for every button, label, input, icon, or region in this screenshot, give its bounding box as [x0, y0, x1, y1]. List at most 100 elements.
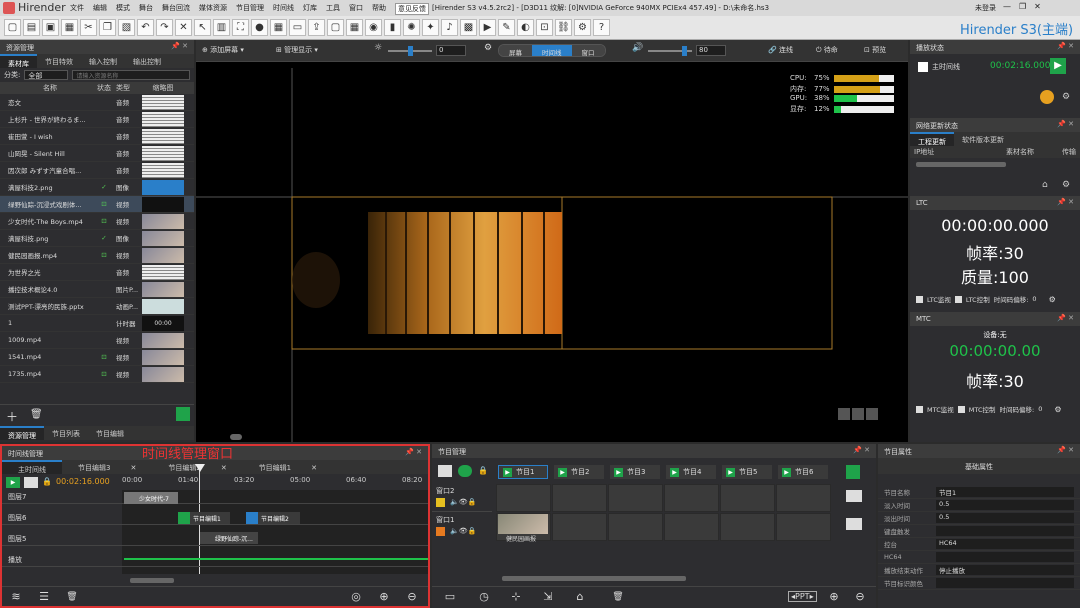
window-2-stop[interactable]	[846, 490, 862, 502]
close-icon[interactable]: ✕	[122, 461, 144, 475]
program-refresh-icon[interactable]	[458, 465, 472, 477]
timeline-scrollbar[interactable]	[130, 578, 174, 583]
col-name[interactable]: 名称	[0, 83, 92, 93]
ltc-monitor-checkbox[interactable]	[916, 295, 923, 303]
mtc-offset-value[interactable]: 0	[1038, 405, 1042, 413]
cut-icon[interactable]: ✂	[80, 19, 97, 36]
audio-icon[interactable]: 🔈👁🔒	[450, 527, 476, 535]
capture-icon[interactable]: ⊡	[536, 19, 553, 36]
col-type[interactable]: 类型	[116, 83, 142, 93]
left-bottom-tab[interactable]: 资源管理	[0, 426, 44, 440]
paste-icon[interactable]: ▧	[118, 19, 135, 36]
window-2-color[interactable]	[436, 498, 445, 507]
view-mode-option[interactable]: 屏幕	[499, 45, 532, 56]
col-transfer[interactable]: 传输	[1062, 147, 1076, 157]
script-icon[interactable]: ✎	[498, 19, 515, 36]
program-cell[interactable]	[776, 513, 831, 541]
lock-icon[interactable]: 🔒	[42, 477, 52, 486]
program-cell[interactable]	[608, 484, 663, 512]
resource-row[interactable]: 少女时代-The Boys.mp4 ⊡ 视频	[0, 213, 194, 230]
close-icon[interactable]: ✕	[213, 461, 235, 475]
program-tab[interactable]: ▶ 节目2	[554, 465, 604, 479]
volume-slider[interactable]	[648, 46, 692, 56]
pin-icon[interactable]: 📌 ✕	[405, 448, 422, 456]
resource-row[interactable]: 崔田萱 - I wish 音频	[0, 128, 194, 145]
save-icon[interactable]: ▣	[42, 19, 59, 36]
col-status[interactable]: 状态	[92, 83, 116, 93]
col-material[interactable]: 素材名称	[1006, 147, 1062, 157]
prop-value[interactable]	[936, 526, 1074, 536]
pin-icon[interactable]: 📌 ✕	[1057, 314, 1074, 322]
manage-display-button[interactable]: ⊞ 管理显示 ▾	[276, 45, 318, 55]
program-cell[interactable]	[664, 513, 719, 541]
prop-value[interactable]: 停止播放	[936, 565, 1074, 575]
prop-value[interactable]: 0.5	[936, 500, 1074, 510]
program-cell[interactable]	[664, 484, 719, 512]
resource-row[interactable]: 恋文 音频	[0, 94, 194, 111]
ppt-button[interactable]: ◂PPT▸	[788, 591, 817, 602]
play-icon[interactable]: ▶	[670, 467, 679, 477]
view-mode-option[interactable]: 时间线	[532, 45, 572, 56]
slider-knob[interactable]	[682, 46, 687, 56]
program-cell[interactable]	[720, 484, 775, 512]
output-icon[interactable]: ⇪	[308, 19, 325, 36]
maximize-icon[interactable]: ❐	[1019, 2, 1026, 11]
prop-value[interactable]	[936, 578, 1074, 588]
window-icon[interactable]: ▢	[327, 19, 344, 36]
resource-row[interactable]: 1009.mp4 视频	[0, 332, 194, 349]
menu-item[interactable]: 灯库	[303, 3, 317, 15]
resource-tab[interactable]: 素材库	[0, 54, 37, 68]
select-icon[interactable]: ↖	[194, 19, 211, 36]
net-tab[interactable]: 工程更新	[910, 132, 954, 146]
pin-icon[interactable]: 📌 ✕	[1057, 446, 1074, 454]
screen-icon[interactable]: ▭	[289, 19, 306, 36]
play-icon[interactable]: ▶	[782, 467, 791, 477]
program-cell[interactable]	[496, 484, 551, 512]
media-library-icon[interactable]	[176, 407, 190, 421]
program-cell[interactable]	[608, 513, 663, 541]
standby-button[interactable]: ⏻ 待命	[816, 45, 838, 55]
light-icon[interactable]: ✺	[403, 19, 420, 36]
resource-row[interactable]: 1541.mp4 ⊡ 视频	[0, 349, 194, 366]
volume-input[interactable]: 80	[696, 45, 726, 56]
timeline-tab[interactable]: 主时间线	[2, 460, 62, 474]
timeline-stop-button[interactable]	[24, 477, 38, 488]
media-icon[interactable]: ▥	[213, 19, 230, 36]
settings-icon[interactable]: ⚙	[574, 19, 591, 36]
menu-item[interactable]: 文件	[70, 3, 84, 15]
clip-thumbnail[interactable]	[498, 514, 548, 534]
mtc-monitor-checkbox[interactable]	[916, 405, 923, 413]
gear-icon[interactable]: ⚙	[484, 43, 492, 53]
login-status[interactable]: 未登录	[975, 3, 996, 13]
program-tab[interactable]: ▶ 节目4	[666, 465, 716, 479]
add-icon[interactable]: ＋	[6, 408, 18, 425]
network-icon[interactable]: ⌂	[1042, 180, 1048, 190]
timeline-clip[interactable]: 节目编辑1	[178, 512, 230, 524]
settings-icon[interactable]: ⚙	[1062, 92, 1070, 102]
menu-item[interactable]: 模式	[116, 3, 130, 15]
left-bottom-tab[interactable]: 节目列表	[44, 426, 88, 440]
play-icon[interactable]: ▶	[558, 467, 567, 477]
menu-item[interactable]: 节目管理	[236, 3, 264, 15]
list-icon[interactable]: ☰	[36, 589, 52, 605]
pin-icon[interactable]: 📌 ✕	[1057, 198, 1074, 206]
clock-icon[interactable]: ◷	[476, 589, 492, 605]
audio-icon[interactable]: ♪	[441, 19, 458, 36]
program-tab[interactable]: ▶ 节目3	[610, 465, 660, 479]
zoom-out-icon[interactable]: ⊖	[852, 589, 868, 605]
window-1-color[interactable]	[436, 527, 445, 536]
timeline-tab[interactable]: 节目编辑3 ✕	[62, 460, 152, 474]
target-icon[interactable]: ⊹	[508, 589, 524, 605]
resource-row[interactable]: 绿野仙踪-沉浸式戏剧体... ⊡ 视频	[0, 196, 194, 213]
audio-icon[interactable]: 🔈👁🔒	[450, 498, 476, 506]
ltc-offset-value[interactable]: 0	[1032, 295, 1036, 303]
net-scrollbar[interactable]	[916, 162, 1006, 167]
effect-icon[interactable]: ✦	[422, 19, 439, 36]
left-bottom-tab[interactable]: 节目编辑	[88, 426, 132, 440]
pin-icon[interactable]: 📌 ✕	[853, 446, 870, 454]
fullscreen-icon[interactable]: ⛶	[232, 19, 249, 36]
close-icon[interactable]: ✕	[303, 461, 325, 475]
menu-item[interactable]: 舞台	[139, 3, 153, 15]
open-folder-icon[interactable]: ▤	[23, 19, 40, 36]
grid-icon[interactable]: ▦	[346, 19, 363, 36]
